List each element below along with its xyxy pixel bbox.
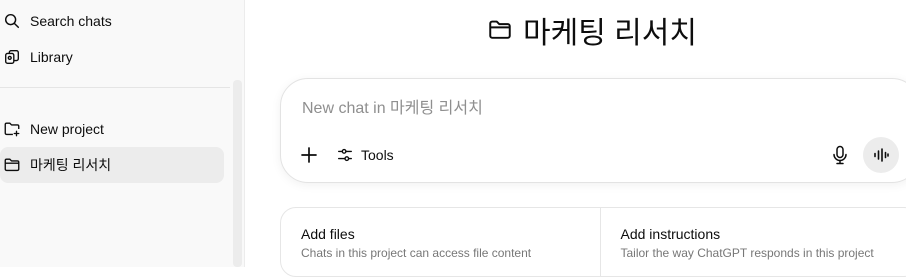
sidebar-divider: [0, 87, 230, 88]
tools-label: Tools: [361, 147, 394, 163]
tools-button[interactable]: Tools: [336, 144, 394, 166]
card-subtitle: Tailor the way ChatGPT responds in this …: [621, 246, 900, 260]
sidebar-item-new-project[interactable]: New project: [0, 111, 224, 147]
sidebar-item-label: Library: [30, 49, 73, 65]
add-attachment-button[interactable]: [298, 144, 320, 166]
folder-icon: [487, 17, 513, 43]
page-title: 마케팅 리서치: [487, 10, 697, 50]
folder-icon: [3, 156, 21, 174]
card-title: Add instructions: [621, 226, 900, 242]
sidebar-item-label: New project: [30, 121, 104, 137]
sidebar: Search chats Library New project 마케팅 리서치: [0, 0, 245, 267]
plus-icon: [300, 146, 318, 164]
sidebar-item-label: Search chats: [30, 13, 112, 29]
library-icon: [3, 48, 21, 66]
page-title-text: 마케팅 리서치: [523, 8, 697, 52]
waveform-icon: [872, 146, 890, 164]
folder-plus-icon: [3, 120, 21, 138]
add-files-card[interactable]: Add files Chats in this project can acce…: [281, 208, 600, 276]
sidebar-item-marketing-research[interactable]: 마케팅 리서치: [0, 147, 224, 183]
card-subtitle: Chats in this project can access file co…: [301, 246, 580, 260]
chat-input[interactable]: [302, 98, 822, 120]
main-panel: 마케팅 리서치 Tools Add files Chats in this pr…: [245, 0, 906, 267]
sidebar-item-library[interactable]: Library: [0, 39, 224, 75]
sliders-icon: [336, 146, 354, 164]
search-icon: [3, 12, 21, 30]
sidebar-item-label: 마케팅 리서치: [30, 155, 111, 175]
card-title: Add files: [301, 226, 580, 242]
voice-mode-button[interactable]: [863, 137, 899, 173]
dictate-button[interactable]: [829, 143, 851, 167]
microphone-icon: [832, 145, 848, 165]
sidebar-item-search-chats[interactable]: Search chats: [0, 3, 224, 39]
sidebar-scrollbar[interactable]: [233, 80, 242, 267]
add-instructions-card[interactable]: Add instructions Tailor the way ChatGPT …: [600, 208, 906, 276]
chat-composer: Tools: [280, 78, 906, 183]
